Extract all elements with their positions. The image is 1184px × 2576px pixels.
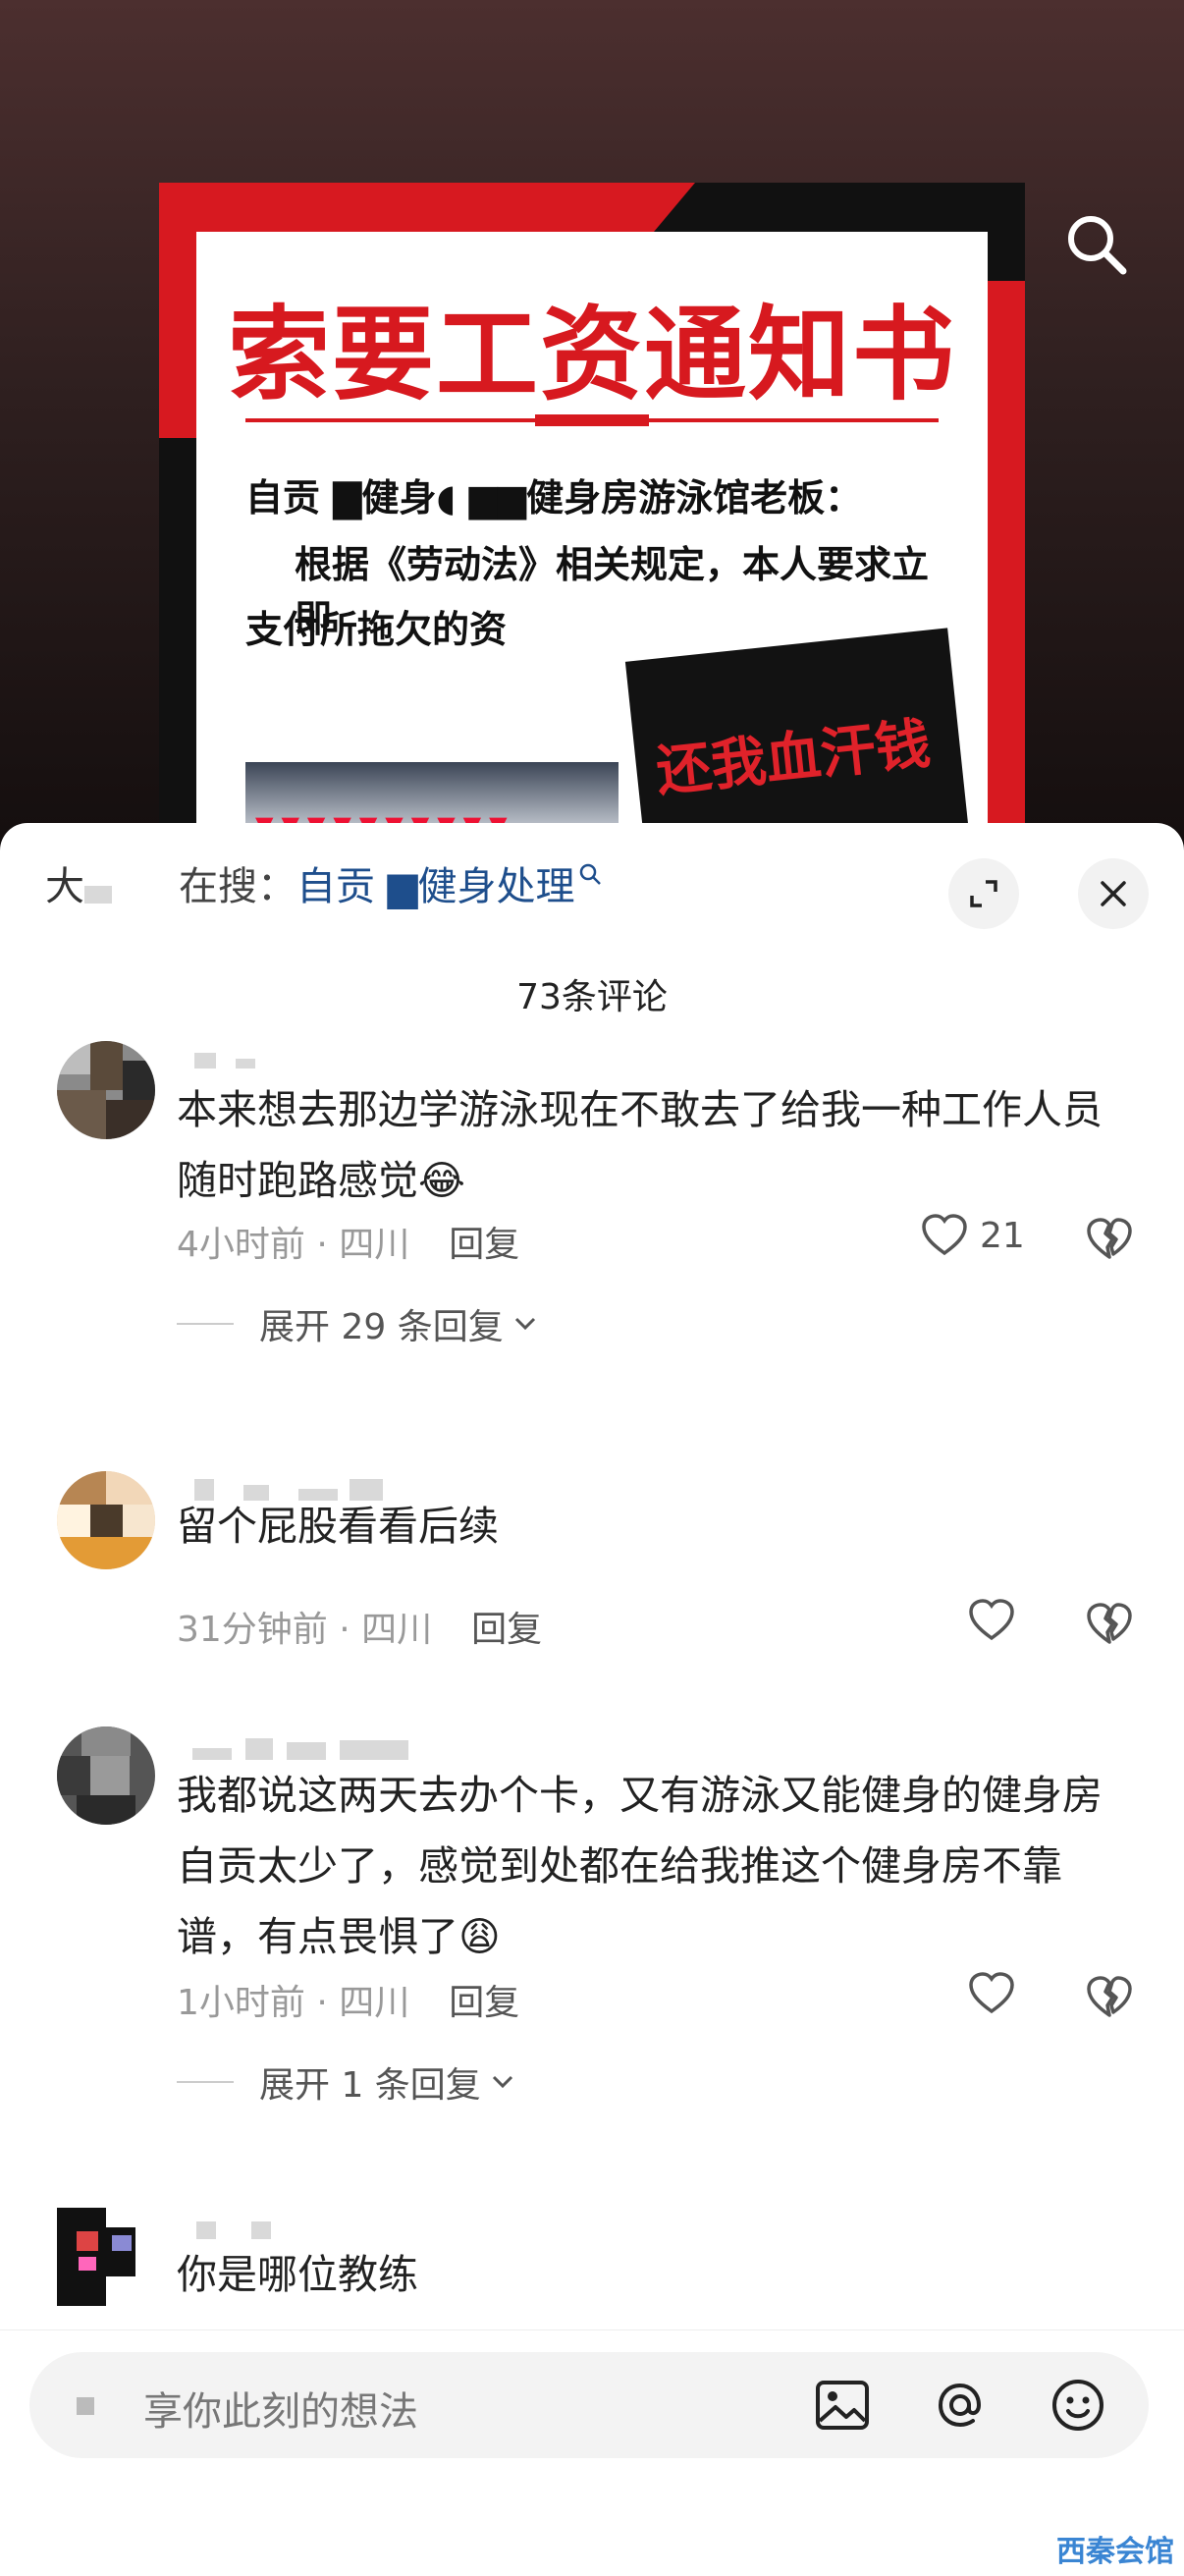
heart-icon [969,1972,1014,2014]
avatar[interactable] [57,1726,155,1825]
close-button[interactable] [1078,858,1149,929]
author-name: 大 [45,854,112,911]
dislike-button[interactable] [1086,1976,1133,2023]
emoji-icon [1052,2380,1103,2431]
dislike-button[interactable] [1086,1218,1133,1265]
expand-replies[interactable]: 展开 29 条回复 [177,1298,539,1349]
username-blurred[interactable] [179,2221,271,2241]
avatar-image [57,1471,155,1569]
image-button[interactable] [809,2372,876,2439]
poster-sign-text: 还我血汗钱 [653,712,934,804]
author-name-text: 大 [45,864,84,909]
avatar[interactable] [57,2208,155,2306]
like-button[interactable] [968,1972,1015,2015]
broken-heart-icon [1087,1976,1132,2017]
comment-count: 73条评论 [516,977,668,1017]
comments-sheet: 大 在搜：自贡 ▆健身处理 73条评论 本来想去那边学游泳现在不敢去了给我一种工… [0,823,1184,2575]
reply-button[interactable]: 回复 [449,1225,519,1265]
avatar-image [57,1041,155,1139]
watermark-logo: 西秦会馆 [1056,2535,1174,2569]
reply-button[interactable]: 回复 [471,1610,542,1650]
chevron-down-icon [492,2075,512,2089]
cursor-marker [77,2397,94,2415]
avatar[interactable] [57,1471,155,1569]
avatar[interactable] [57,1041,155,1139]
poster-line-1: 自贡 ▇健身◖ ▆▆健身房游泳馆老板： [245,476,863,520]
blurred-name [84,886,112,904]
at-icon [938,2383,982,2428]
comment-input-placeholder: 享你此刻的想法 [143,2389,418,2435]
poster-paper: 索要工资通知书 自贡 ▇健身◖ ▆▆健身房游泳馆老板： 根据《劳动法》相关规定，… [196,232,988,870]
poster-black-edge [159,438,196,870]
comment-input[interactable]: 享你此刻的想法 [29,2352,1149,2458]
fullscreen-icon [970,880,997,907]
like-button[interactable] [968,1599,1015,1642]
comment-text: 本来想去那边学游泳现在不敢去了给我一种工作人员随时跑路感觉😂 [177,1086,1103,1204]
comment-time: 4小时前 · 四川 [177,1225,410,1265]
expand-replies[interactable]: 展开 1 条回复 [177,2056,516,2108]
expand-button[interactable] [948,858,1019,929]
image-icon [816,2381,869,2430]
comment-time: 31分钟前 · 四川 [177,1610,433,1650]
related-search-prefix: 在搜： [179,864,296,909]
heart-icon [969,1599,1014,1641]
search-icon [1068,216,1127,275]
comment-meta: 1小时前 · 四川 回复 [177,1974,519,2025]
emoji-button[interactable] [1045,2372,1111,2439]
search-icon [580,863,602,885]
username-blurred[interactable] [179,1738,408,1760]
heart-icon [922,1214,967,1256]
mention-button[interactable] [927,2372,994,2439]
comment-text: 我都说这两天去办个卡，又有游泳又能健身的健身房自贡太少了，感觉到处都在给我推这个… [177,1772,1103,1960]
avatar-image [57,1726,155,1825]
comment-meta: 4小时前 · 四川 回复 [177,1216,519,1267]
reply-button[interactable]: 回复 [449,1983,519,2023]
dislike-button[interactable] [1086,1603,1133,1650]
avatar-image [57,2208,155,2306]
poster-divider-accent [535,414,649,426]
expand-divider [177,1323,234,1325]
like-button[interactable]: 21 [921,1214,1025,1257]
video-background[interactable]: 索要工资通知书 自贡 ▇健身◖ ▆▆健身房游泳馆老板： 根据《劳动法》相关规定，… [0,0,1184,884]
search-button[interactable] [1062,210,1131,279]
expand-replies-label: 展开 29 条回复 [259,1307,504,1347]
chevron-down-icon [514,1317,535,1331]
related-search-keyword[interactable]: 自贡 ▆健身处理 [296,864,574,909]
comment-text: 你是哪位教练 [177,2251,418,2298]
comment-time: 1小时前 · 四川 [177,1983,410,2023]
like-count: 21 [980,1215,1025,1256]
expand-divider [177,2081,234,2083]
comment-meta: 31分钟前 · 四川 回复 [177,1601,542,1652]
broken-heart-icon [1087,1603,1132,1644]
close-icon [1101,881,1126,906]
broken-heart-icon [1087,1218,1132,1259]
comment-input-bar: 享你此刻的想法 西秦会馆 [0,2329,1184,2576]
expand-replies-label: 展开 1 条回复 [259,2065,481,2106]
related-search[interactable]: 在搜：自贡 ▆健身处理 [179,854,604,911]
video-poster: 索要工资通知书 自贡 ▇健身◖ ▆▆健身房游泳馆老板： 根据《劳动法》相关规定，… [159,183,1025,870]
comment-text: 留个屁股看看后续 [177,1503,499,1550]
username-blurred[interactable] [179,1053,255,1072]
poster-title: 索要工资通知书 [227,295,956,414]
